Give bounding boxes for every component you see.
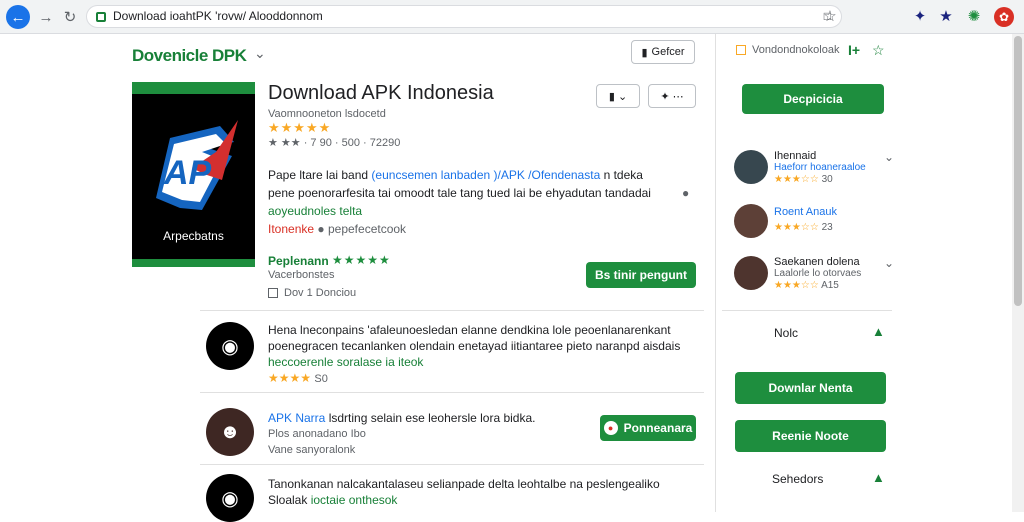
scrollbar-thumb[interactable]	[1014, 36, 1022, 306]
list-item-title[interactable]: APK Narra	[268, 411, 325, 425]
primary-action-button[interactable]: Bs tinir pengunt	[586, 262, 696, 288]
reload-icon: ↻	[63, 9, 77, 26]
tag-icon: ●	[317, 222, 325, 236]
list-item-button[interactable]: ● Ponneanara	[600, 415, 696, 441]
divider	[200, 392, 704, 393]
reload-button[interactable]: ↻	[58, 5, 82, 29]
extension-icon-1[interactable]: ✦	[910, 7, 930, 27]
checkbox-row[interactable]: Dov 1 Donciou	[268, 287, 356, 299]
checkbox[interactable]	[268, 288, 278, 298]
dot-icon: ●	[682, 186, 690, 200]
list-item: Hena lneconpains 'afaleunoesledan elanne…	[268, 322, 698, 387]
bookmark-icon: ▮	[641, 46, 648, 59]
brand-logo[interactable]: Dovenicle DPK	[132, 46, 247, 66]
thumb-icon[interactable]: ▲	[872, 470, 885, 485]
person-icon: ☻	[219, 420, 241, 443]
url-text: Download ioahtPK 'rovw/ Alooddonnom	[113, 9, 323, 23]
app-meta: ★ ★★ · 7 90 · 500 · 72290	[268, 137, 401, 149]
list-item-avatar[interactable]: ◉	[206, 322, 254, 370]
divider	[722, 310, 892, 311]
sidebar-extra[interactable]: I+	[848, 42, 860, 58]
sidebar-secondary-button[interactable]: Reenie Noote	[735, 420, 886, 452]
thumb-icon[interactable]: ▲	[872, 324, 885, 339]
sidebar-label: Sehedors	[772, 472, 824, 486]
extension-icon-4[interactable]: ✿	[994, 7, 1014, 27]
app-title: Download APK Indonesia	[268, 82, 494, 104]
app-rating: ★★★★★	[268, 120, 332, 135]
forward-button[interactable]: →	[34, 5, 58, 29]
hero-caption: Arpecbatns	[163, 229, 224, 243]
main-content: Dovenicle DPK ⌄ ▮ Gefcer AP Arpecbatns D…	[120, 34, 716, 522]
chevron-down-icon[interactable]: ⌄	[884, 256, 894, 270]
options-button[interactable]: ✦ ⋯	[648, 84, 696, 108]
square-icon	[736, 45, 746, 55]
description-link[interactable]: aoyeudnoles telta	[268, 204, 362, 218]
star-icon[interactable]: ☆	[820, 7, 840, 27]
related-label: Peplenann	[268, 254, 329, 268]
star-icon[interactable]: ☆	[872, 42, 885, 59]
chevron-down-icon[interactable]: ⌄	[884, 150, 894, 164]
person-avatar[interactable]	[734, 204, 768, 238]
person-avatar[interactable]	[734, 150, 768, 184]
back-button[interactable]: ←	[6, 5, 30, 29]
list-item: Tanonkanan nalcakantalaseu selianpade de…	[268, 477, 660, 507]
scrollbar[interactable]	[1012, 34, 1024, 512]
extension-icon-3[interactable]: ✺	[964, 7, 984, 27]
description-highlight[interactable]: (euncsemen lanbaden )/APK /Ofendenasta	[371, 168, 600, 182]
address-bar[interactable]: Download ioahtPK 'rovw/ Alooddonnom □	[86, 5, 842, 28]
list-item-link[interactable]: heccoerenle soralase ia iteok	[268, 354, 698, 370]
app-logo-icon: AP	[156, 120, 238, 210]
divider	[200, 310, 704, 311]
list-item-avatar[interactable]: ◉	[206, 474, 254, 522]
person-avatar[interactable]	[734, 256, 768, 290]
browser-toolbar: ← → ↻ Download ioahtPK 'rovw/ Alooddonno…	[0, 0, 1024, 34]
svg-text:AP: AP	[163, 154, 212, 192]
sidebar-primary-button[interactable]: Decpicicia	[742, 84, 884, 114]
list-item-avatar[interactable]: ☻	[206, 408, 254, 456]
lock-icon	[96, 12, 106, 22]
pin-icon: ✦ ⋯	[660, 90, 684, 103]
sidebar-label: Nolc	[774, 326, 799, 340]
app-subtitle: Vaomnooneton lsdocetd	[268, 108, 386, 120]
chevron-down-icon[interactable]: ⌄	[254, 45, 266, 62]
app-icon: ●	[603, 421, 618, 435]
sidebar-tab[interactable]: Vondondnokoloak	[736, 44, 839, 56]
microphone-icon: ◉	[221, 335, 239, 358]
share-button[interactable]: ▮ ⌄	[596, 84, 640, 108]
arrow-left-icon: ←	[10, 8, 26, 26]
header-button[interactable]: ▮ Gefcer	[631, 40, 695, 64]
app-hero-image: AP Arpecbatns	[132, 82, 255, 267]
description-tag: Itonenke	[268, 222, 315, 236]
list-item-link[interactable]: ioctaie onthesok	[311, 493, 398, 507]
microphone-icon: ◉	[221, 487, 239, 510]
extension-icon-2[interactable]: ★	[936, 7, 956, 27]
divider	[200, 464, 704, 465]
arrow-right-icon: →	[38, 8, 54, 26]
related-rating: ★★★★★	[332, 253, 391, 267]
sidebar: Vondondnokoloak I+ ☆ Decpicicia Ihennaid…	[722, 34, 1012, 512]
app-description: Pape ltare lai band (euncsemen lanbaden …	[268, 168, 651, 236]
related-sub: Vacerbonstes	[268, 269, 335, 281]
share-icon: ▮ ⌄	[608, 90, 628, 103]
sidebar-download-button[interactable]: Downlar Nenta	[735, 372, 886, 404]
